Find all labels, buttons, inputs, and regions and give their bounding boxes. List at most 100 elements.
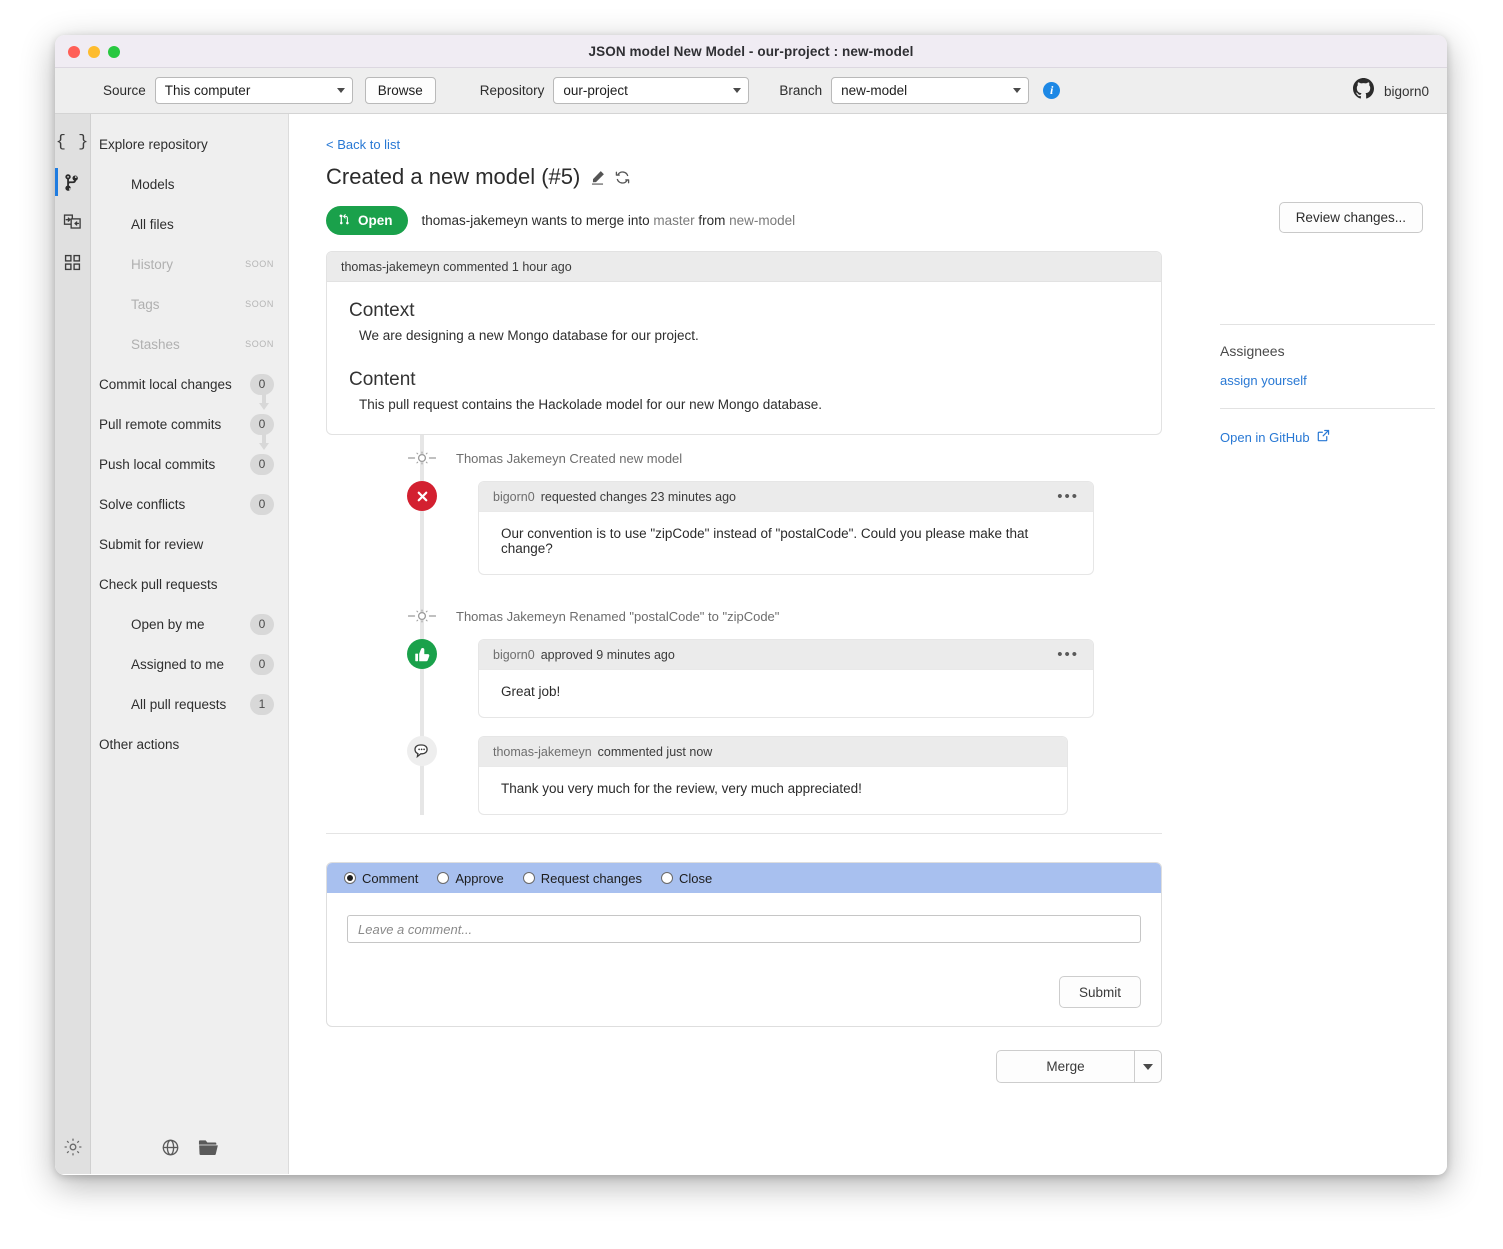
sidebar-item-commit-local-changes[interactable]: Commit local changes 0 (91, 364, 288, 410)
sidebar-item-badge: 1 (250, 693, 274, 715)
timeline-commit-label: Thomas Jakemeyn Created new model (456, 450, 683, 466)
comment-form-options: Comment Approve Request changes Close (327, 863, 1161, 893)
timeline-event-card: thomas-jakemeyn commented just now Thank y… (478, 736, 1068, 815)
minimize-window-button[interactable] (88, 46, 100, 58)
maximize-window-button[interactable] (108, 46, 120, 58)
sidebar-item-label: History (131, 256, 174, 272)
info-icon[interactable]: i (1043, 82, 1061, 99)
sidebar-item-check-pull-requests[interactable]: Check pull requests (91, 564, 288, 604)
close-window-button[interactable] (68, 46, 80, 58)
sidebar-flow-connector (259, 434, 269, 453)
timeline-event-body: Thank you very much for the review, very… (501, 781, 862, 796)
timeline-marker-circle (407, 481, 437, 511)
open-in-github-link[interactable]: Open in GitHub (1220, 429, 1435, 445)
radio-button[interactable] (344, 872, 356, 884)
grid-apps-icon[interactable] (55, 242, 91, 282)
repository-select[interactable]: our-project (553, 77, 750, 104)
sidebar-item-other-actions[interactable]: Other actions (91, 724, 288, 764)
back-to-list-link[interactable]: < Back to list (326, 137, 400, 152)
assign-yourself-link[interactable]: assign yourself (1220, 373, 1435, 388)
sidebar-item-label: All pull requests (131, 696, 227, 712)
sidebar-item-badge: 0 (250, 453, 274, 475)
radio-button[interactable] (660, 872, 673, 884)
radio-option-approve[interactable]: Approve (437, 870, 504, 886)
sidebar-item-solve-conflicts[interactable]: Solve conflicts 0 (91, 484, 288, 524)
sidebar-nav-list: Explore repository Models All files History… (91, 124, 288, 764)
radio-option-label: Approve (455, 870, 504, 886)
sidebar-item-assigned-to-me[interactable]: Assigned to me 0 (91, 644, 288, 684)
sidebar-item-label: Pull remote commits (99, 416, 222, 432)
title-bar: JSON model New Model - our-project : new… (55, 35, 1447, 68)
sidebar-item-submit-for-review[interactable]: Submit for review (91, 524, 288, 564)
sidebar-item-label: Submit for review (99, 536, 204, 552)
timeline-event-row: thomas-jakemeyn commented just now Thank y… (326, 736, 1162, 815)
branch-select[interactable]: new-model (831, 77, 1030, 104)
globe-icon[interactable] (161, 1138, 180, 1160)
description-heading-content: Content (349, 369, 416, 390)
timeline-items: Thomas Jakemeyn Created new model bigorn0… (326, 435, 1162, 815)
sidebar-item-all-pull-requests[interactable]: All pull requests 1 (91, 684, 288, 724)
sidebar-divider-bottom (1220, 408, 1435, 409)
description-text-content: This pull request contains the Hackolade… (359, 397, 823, 412)
description-text-context: We are designing a new Mongo database fo… (359, 328, 699, 343)
sidebar-item-badge: 0 (250, 613, 274, 635)
refresh-sync-icon[interactable] (615, 170, 630, 185)
sidebar-item-models[interactable]: Models (91, 164, 288, 204)
folder-icon[interactable] (198, 1138, 219, 1160)
coming-soon-tag: SOON (245, 259, 274, 269)
sidebar-item-label: Assigned to me (131, 656, 225, 672)
timeline-event-action: approved 9 minutes ago (540, 647, 675, 662)
timeline-marker-circle (407, 736, 437, 766)
approved-thumbs-up-icon (407, 639, 437, 669)
merge-button[interactable]: Merge (996, 1050, 1134, 1083)
merge-base-branch: master (653, 213, 695, 228)
sidebar-item-open-by-me[interactable]: Open by me 0 (91, 604, 288, 644)
pencil-edit-icon[interactable] (590, 170, 605, 185)
timeline-event-body: Great job! (501, 684, 561, 699)
browse-button[interactable]: Browse (364, 77, 436, 104)
chevron-down-icon[interactable] (1134, 1050, 1162, 1083)
sidebar-item-badge: 0 (250, 653, 274, 675)
timeline-event-author: bigorn0 (493, 647, 535, 662)
radio-option-request-changes[interactable]: Request changes (522, 871, 642, 886)
radio-button[interactable] (522, 872, 535, 884)
timeline-commit-label: Thomas Jakemeyn Renamed "postalCode" to … (456, 608, 780, 624)
timeline-event-header: thomas-jakemeyn commented just now (479, 737, 1067, 767)
merge-button-group: Merge (996, 1050, 1162, 1083)
github-icon (1352, 78, 1374, 104)
gear-icon[interactable] (63, 1137, 83, 1162)
status-badge: Open (326, 206, 408, 235)
sidebar-item-label: Other actions (99, 736, 180, 752)
branch-select-value: new-model (841, 83, 908, 98)
window-controls[interactable] (68, 46, 120, 58)
merge-prefix: thomas-jakemeyn wants to merge into (421, 213, 654, 228)
radio-option-comment[interactable]: Comment (344, 871, 418, 886)
comment-input[interactable]: Leave a comment... (347, 915, 1141, 943)
timeline-event-author: bigorn0 (493, 489, 535, 504)
git-branch-icon[interactable] (55, 162, 91, 202)
page-title: Created a new model (#5) (326, 164, 581, 189)
sidebar-divider-top (1220, 324, 1435, 325)
sidebar-item-label: Push local commits (99, 456, 216, 472)
user-account[interactable]: bigorn0 (1352, 68, 1429, 114)
compare-models-icon[interactable] (55, 202, 91, 242)
source-select[interactable]: This computer (154, 77, 353, 104)
pr-description-card: thomas-jakemeyn commented 1 hour ago Con… (326, 251, 1162, 435)
timeline-event-menu-button[interactable]: ••• (1057, 489, 1079, 504)
json-braces-icon[interactable]: { } (55, 122, 91, 162)
sidebar-item-explore-repository[interactable]: Explore repository (91, 124, 288, 164)
submit-button[interactable]: Submit (1058, 976, 1141, 1008)
comment-form-body: Leave a comment... Submit (327, 893, 1161, 1026)
review-changes-button[interactable]: Review changes... (1278, 202, 1423, 233)
commit-node-icon (408, 451, 436, 465)
timeline-event-action: commented just now (597, 744, 713, 759)
sidebar-item-all-files[interactable]: All files (91, 204, 288, 244)
timeline-divider (326, 833, 1162, 834)
chevron-down-icon (733, 88, 742, 93)
comment-bubble-icon (407, 736, 437, 766)
radio-button[interactable] (437, 872, 450, 884)
timeline-event-menu-button[interactable]: ••• (1057, 647, 1079, 662)
radio-option-close[interactable]: Close (660, 871, 712, 886)
sidebar-item-label: Check pull requests (99, 576, 218, 592)
user-name: bigorn0 (1383, 83, 1429, 99)
